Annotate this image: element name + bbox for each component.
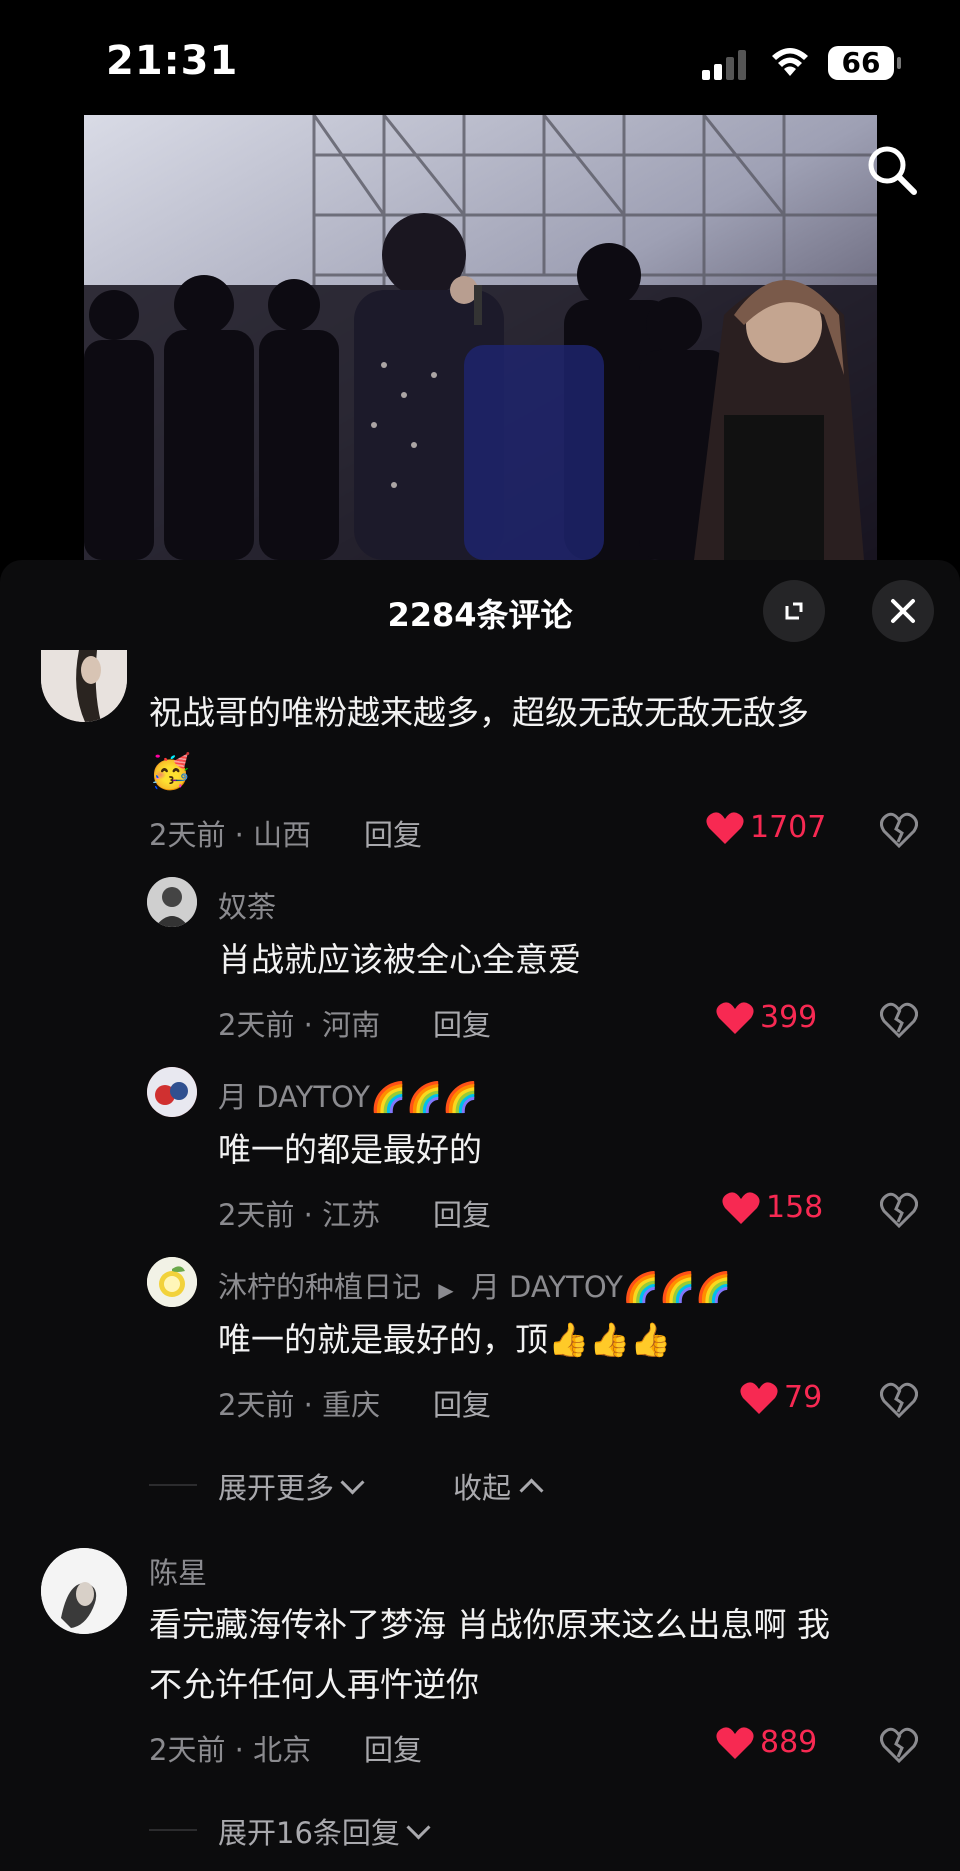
comment-text-line2: 不允许任何人再忤逆你 bbox=[149, 1665, 479, 1704]
reply-text: 唯一的都是最好的 bbox=[218, 1130, 482, 1169]
partying-face-emoji: 🥳 bbox=[149, 752, 192, 792]
battery-indicator: 66 bbox=[828, 46, 901, 80]
like-count: 158 bbox=[766, 1190, 824, 1225]
reply-text: 唯一的就是最好的，顶👍👍👍 bbox=[218, 1320, 672, 1359]
comment-author-name[interactable]: 陈星 bbox=[149, 1550, 207, 1592]
dislike-icon[interactable] bbox=[880, 1727, 918, 1763]
chevron-down-icon bbox=[406, 1814, 431, 1840]
avatar[interactable] bbox=[41, 1548, 127, 1634]
heart-icon bbox=[716, 1001, 754, 1034]
reply-button[interactable]: 回复 bbox=[433, 1382, 491, 1424]
like-count: 1707 bbox=[750, 810, 827, 845]
expand-icon bbox=[785, 602, 803, 620]
cellular-signal-icon bbox=[702, 50, 746, 80]
dislike-icon[interactable] bbox=[880, 1192, 918, 1228]
collapse-label: 收起 bbox=[453, 1471, 512, 1505]
wifi-icon bbox=[772, 48, 808, 76]
reply-author-name[interactable]: 沐柠的种植日记 ▶ 月 DAYTOY🌈🌈🌈 bbox=[218, 1264, 731, 1306]
reply-button[interactable]: 回复 bbox=[433, 1192, 491, 1234]
like-count: 889 bbox=[760, 1725, 818, 1760]
like-button[interactable]: 889 bbox=[716, 1725, 817, 1760]
comment-meta: 2天前 · 北京 bbox=[149, 1733, 312, 1767]
chevron-down-icon bbox=[340, 1469, 365, 1495]
comment-emoji: 🥳 bbox=[149, 742, 191, 802]
expand-replies-label: 展开16条回复 bbox=[218, 1816, 400, 1850]
status-bar: 21:31 66 bbox=[0, 0, 960, 115]
avatar-image bbox=[147, 877, 197, 927]
reply-author-name[interactable]: 月 DAYTOY🌈🌈🌈 bbox=[218, 1074, 478, 1116]
reply-button[interactable]: 回复 bbox=[433, 1002, 491, 1044]
chevron-up-icon bbox=[519, 1477, 544, 1503]
like-count: 399 bbox=[760, 1000, 818, 1035]
reply-text: 肖战就应该被全心全意爱 bbox=[218, 940, 581, 979]
reply-meta: 2天前 · 江苏 bbox=[218, 1198, 381, 1232]
heart-icon bbox=[706, 811, 744, 844]
reply-meta: 2天前 · 河南 bbox=[218, 1008, 381, 1042]
fullscreen-button[interactable] bbox=[763, 580, 825, 642]
reply-author-name[interactable]: 奴荼 bbox=[218, 884, 276, 926]
like-count: 79 bbox=[784, 1380, 823, 1415]
search-icon[interactable] bbox=[862, 140, 922, 200]
like-button[interactable]: 158 bbox=[722, 1190, 823, 1225]
status-time: 21:31 bbox=[106, 38, 239, 84]
avatar[interactable] bbox=[147, 1067, 197, 1117]
reply-button[interactable]: 回复 bbox=[364, 812, 422, 854]
avatar[interactable] bbox=[147, 877, 197, 927]
collapse-button[interactable]: 收起 bbox=[453, 1465, 544, 1507]
comment-meta: 2天前 · 山西 bbox=[149, 818, 312, 852]
divider-line bbox=[149, 1484, 197, 1486]
avatar[interactable] bbox=[147, 1257, 197, 1307]
like-button[interactable]: 79 bbox=[740, 1380, 822, 1415]
close-icon bbox=[891, 599, 915, 623]
avatar-image bbox=[147, 1067, 197, 1117]
like-button[interactable]: 399 bbox=[716, 1000, 817, 1035]
expand-more-label: 展开更多 bbox=[218, 1471, 335, 1505]
close-button[interactable] bbox=[872, 580, 934, 642]
dislike-icon[interactable] bbox=[880, 1002, 918, 1038]
expand-more-button[interactable]: 展开更多 bbox=[218, 1465, 365, 1507]
avatar-image bbox=[41, 1548, 127, 1634]
dislike-icon[interactable] bbox=[880, 1382, 918, 1418]
video-frame bbox=[84, 115, 877, 560]
comment-text: 祝战哥的唯粉越来越多，超级无敌无敌无敌多 bbox=[149, 693, 809, 732]
expand-replies-button[interactable]: 展开16条回复 bbox=[218, 1810, 431, 1852]
comment-text: 看完藏海传补了梦海 肖战你原来这么出息啊 我 bbox=[149, 1605, 830, 1644]
reply-button[interactable]: 回复 bbox=[364, 1727, 422, 1769]
divider-line bbox=[149, 1829, 197, 1831]
like-button[interactable]: 1707 bbox=[706, 810, 826, 845]
reply-to-name: 月 DAYTOY🌈🌈🌈 bbox=[470, 1270, 732, 1304]
reply-author: 沐柠的种植日记 bbox=[218, 1270, 422, 1304]
video-player[interactable] bbox=[84, 115, 877, 560]
heart-icon bbox=[716, 1726, 754, 1759]
reply-arrow-icon: ▶ bbox=[438, 1278, 454, 1302]
heart-icon bbox=[722, 1191, 760, 1224]
dislike-icon[interactable] bbox=[880, 812, 918, 848]
heart-icon bbox=[740, 1381, 778, 1414]
reply-meta: 2天前 · 重庆 bbox=[218, 1388, 381, 1422]
avatar-image bbox=[147, 1257, 197, 1307]
